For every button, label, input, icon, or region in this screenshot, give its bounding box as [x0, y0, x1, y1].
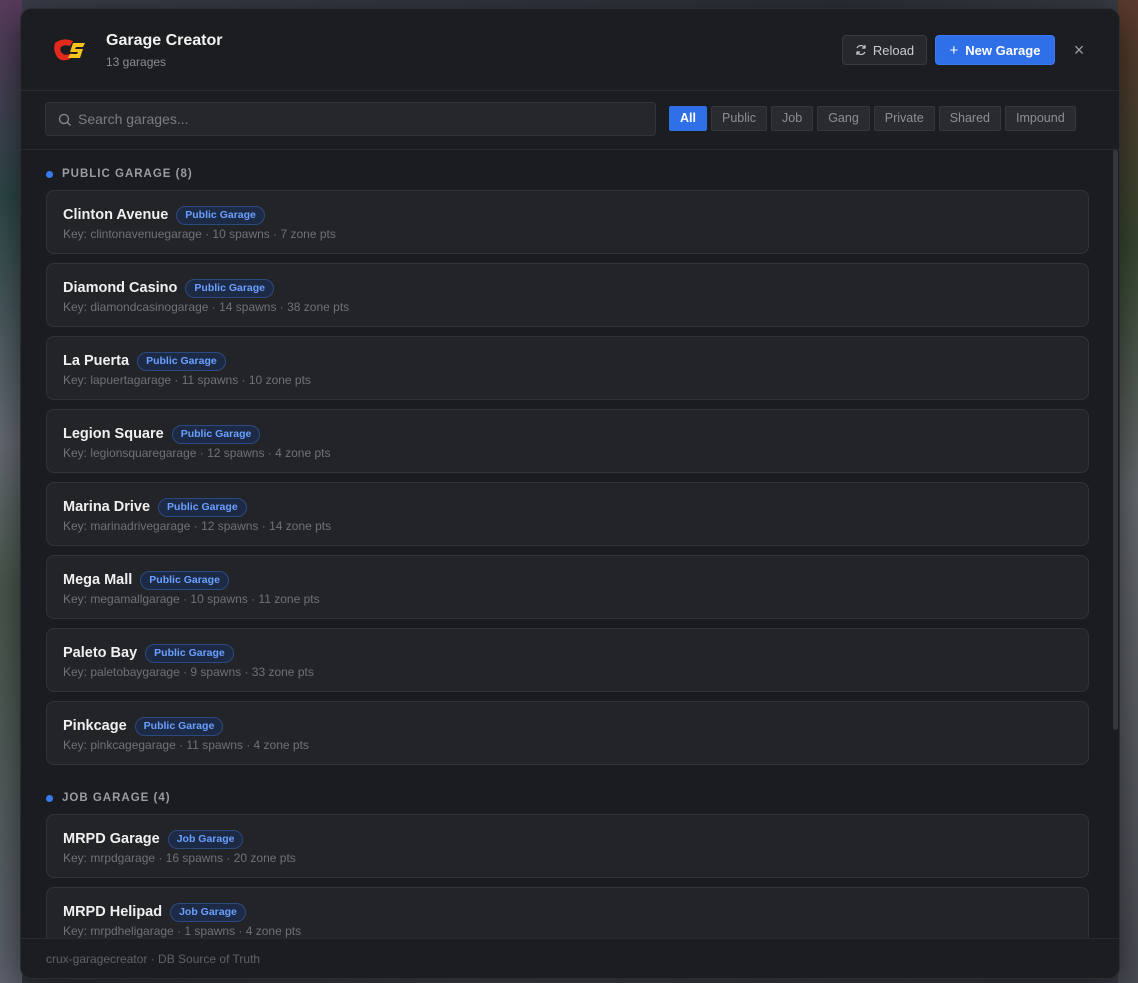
type-badge: Public Garage: [140, 571, 229, 590]
list-item[interactable]: Mega Mall Public Garage Key: megamallgara…: [46, 555, 1089, 619]
filter-public[interactable]: Public: [710, 106, 768, 131]
garage-meta: Key: mrpdgarage · 16 spawns · 20 zone pt…: [63, 851, 296, 865]
list-item[interactable]: La Puerta Public Garage Key: lapuertagara…: [46, 336, 1089, 400]
list-item[interactable]: Legion Square Public Garage Key: legionsq…: [46, 409, 1089, 473]
section-dot-icon: [46, 794, 53, 802]
garage-count: 13 garages: [106, 55, 167, 69]
filter-job[interactable]: Job: [771, 106, 814, 131]
garage-name: MRPD Garage: [63, 831, 160, 847]
filter-all[interactable]: All: [669, 106, 707, 131]
filter-shared[interactable]: Shared: [938, 106, 1001, 131]
type-badge: Public Garage: [185, 279, 275, 298]
plus-icon: +: [949, 41, 959, 59]
garage-name: Clinton Avenue: [63, 207, 169, 223]
filter-private[interactable]: Private: [873, 106, 935, 131]
footer: crux-garagecreator · DB Source of Truth: [21, 938, 1119, 978]
garage-meta: Key: mrpdheligarage · 1 spawns · 4 zone …: [63, 924, 302, 938]
search-box: [45, 102, 656, 136]
search-input[interactable]: [78, 103, 648, 135]
garage-meta: Key: lapuertagarage · 11 spawns · 10 zon…: [63, 373, 311, 387]
garage-meta: Key: paletobaygarage · 9 spawns · 33 zon…: [63, 665, 314, 679]
close-icon: ×: [1073, 40, 1085, 60]
new-garage-label: New Garage: [965, 42, 1041, 58]
garage-meta: Key: pinkcagegarage · 11 spawns · 4 zone…: [63, 738, 309, 752]
garage-meta: Key: megamallgarage · 10 spawns · 11 zon…: [63, 592, 320, 606]
list-item[interactable]: Paleto Bay Public Garage Key: paletobayga…: [46, 628, 1089, 692]
type-badge: Job Garage: [167, 830, 244, 849]
garage-creator-modal: Garage Creator 13 garages Reload + New G…: [20, 8, 1120, 979]
garage-meta: Key: clintonavenuegarage · 10 spawns · 7…: [63, 227, 336, 241]
type-badge: Job Garage: [170, 903, 246, 922]
type-badge: Public Garage: [145, 644, 234, 663]
garage-meta: Key: marinadrivegarage · 12 spawns · 14 …: [63, 519, 332, 533]
garage-meta: Key: diamondcasinogarage · 14 spawns · 3…: [63, 300, 350, 314]
filter-impound[interactable]: Impound: [1005, 106, 1076, 131]
section-heading-public: PUBLIC GARAGE (8): [46, 166, 193, 182]
type-badge: Public Garage: [176, 206, 265, 225]
list-item[interactable]: MRPD Helipad Job Garage Key: mrpdheligara…: [46, 887, 1089, 938]
list-item[interactable]: MRPD Garage Job Garage Key: mrpdgarage · …: [46, 814, 1089, 878]
list-item[interactable]: Clinton Avenue Public Garage Key: clinton…: [46, 190, 1089, 254]
garage-name: MRPD Helipad: [63, 904, 163, 920]
filter-tabs: All Public Job Gang Private Shared Impou…: [669, 106, 1076, 131]
page-title: Garage Creator: [106, 32, 223, 49]
type-badge: Public Garage: [171, 425, 261, 444]
search-icon: [58, 113, 71, 126]
background-left: [0, 0, 22, 983]
background-right: [1118, 0, 1138, 983]
section-dot-icon: [46, 170, 53, 178]
list-item[interactable]: Pinkcage Public Garage Key: pinkcagegarag…: [46, 701, 1089, 765]
garage-name: Diamond Casino: [63, 280, 178, 296]
app-logo-icon: [54, 39, 85, 61]
garage-name: Legion Square: [63, 426, 164, 442]
scrollbar[interactable]: [1113, 150, 1118, 730]
modal-header: Garage Creator 13 garages Reload + New G…: [21, 9, 1119, 91]
garage-name: Mega Mall: [63, 572, 133, 588]
garage-name: Paleto Bay: [63, 645, 138, 661]
close-button[interactable]: ×: [1069, 39, 1089, 61]
garage-meta: Key: legionsquaregarage · 12 spawns · 4 …: [63, 446, 331, 460]
type-badge: Public Garage: [134, 717, 224, 736]
list-item[interactable]: Diamond Casino Public Garage Key: diamond…: [46, 263, 1089, 327]
garage-list[interactable]: PUBLIC GARAGE (8) Clinton Avenue Public G…: [21, 150, 1119, 938]
filter-gang[interactable]: Gang: [817, 106, 870, 131]
garage-name: Pinkcage: [63, 718, 127, 734]
new-garage-button[interactable]: + New Garage: [935, 35, 1055, 65]
garage-name: La Puerta: [63, 353, 130, 369]
refresh-icon: [856, 44, 866, 56]
reload-button[interactable]: Reload: [842, 35, 927, 65]
type-badge: Public Garage: [158, 498, 247, 517]
section-heading-job: JOB GARAGE (4): [46, 790, 171, 806]
reload-label: Reload: [872, 42, 915, 58]
garage-name: Marina Drive: [63, 499, 151, 515]
type-badge: Public Garage: [137, 352, 226, 371]
toolbar: All Public Job Gang Private Shared Impou…: [21, 91, 1119, 150]
list-item[interactable]: Marina Drive Public Garage Key: marinadri…: [46, 482, 1089, 546]
